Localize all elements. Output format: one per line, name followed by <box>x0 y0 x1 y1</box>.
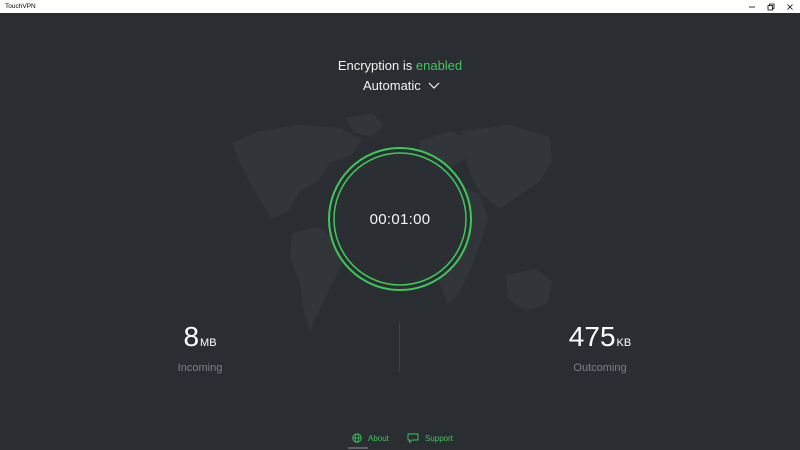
location-dropdown[interactable]: Automatic <box>358 77 442 95</box>
minimize-button[interactable] <box>743 0 761 13</box>
incoming-label: Incoming <box>177 362 223 374</box>
outgoing-label: Outcoming <box>573 362 627 374</box>
incoming-unit: MB <box>200 337 217 349</box>
minimize-icon <box>749 6 755 7</box>
about-label: About <box>368 433 389 443</box>
support-link[interactable]: Support <box>407 430 453 446</box>
encryption-status: Encryption is enabled <box>0 58 800 74</box>
outgoing-unit: KB <box>616 337 632 349</box>
chevron-down-icon <box>428 82 440 89</box>
incoming-stat: 8MB Incoming <box>140 322 260 375</box>
close-icon <box>787 3 793 10</box>
app-title: TouchVPN <box>5 3 36 10</box>
chat-bubble-icon <box>407 433 419 443</box>
outgoing-value: 475 <box>568 321 616 352</box>
connection-timer-button[interactable]: 00:01:00 <box>326 145 474 293</box>
about-link[interactable]: About <box>352 430 389 446</box>
restore-icon <box>767 3 775 10</box>
elapsed-time: 00:01:00 <box>369 210 431 228</box>
footer-active-indicator <box>348 447 368 449</box>
outgoing-stat: 475KB Outcoming <box>540 322 660 375</box>
incoming-value: 8 <box>183 321 200 352</box>
encryption-label: Encryption is <box>337 58 413 73</box>
restore-button[interactable] <box>762 0 780 13</box>
stats-divider <box>399 322 400 372</box>
title-bar: TouchVPN <box>0 0 800 13</box>
encryption-state: enabled <box>415 58 463 73</box>
close-button[interactable] <box>781 0 799 13</box>
location-selected: Automatic <box>363 78 421 93</box>
support-label: Support <box>425 433 454 443</box>
globe-icon <box>352 433 362 443</box>
